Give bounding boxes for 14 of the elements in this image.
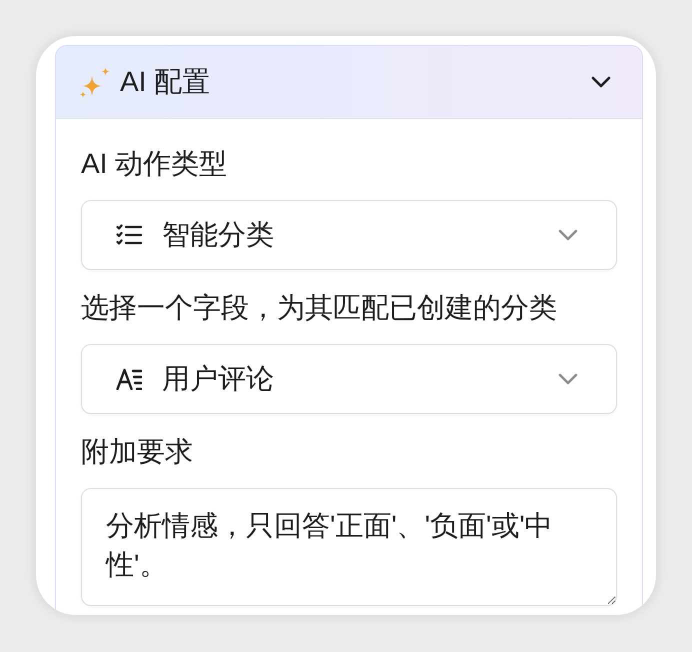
field-label: 附加要求 — [81, 435, 194, 469]
text-field-icon — [116, 368, 142, 390]
field-select[interactable]: 用户评论 — [81, 344, 617, 414]
chevron-down-icon — [558, 229, 578, 241]
panel-title: AI 配置 — [120, 65, 210, 99]
action-type-select[interactable]: 智能分类 — [81, 200, 617, 270]
field-label: 选择一个字段，为其匹配已创建的分类 — [81, 291, 558, 325]
sparkle-icon — [79, 66, 110, 98]
panel-header[interactable]: AI 配置 — [56, 46, 642, 119]
requirements-field[interactable]: 分析情感，只回答'正面'、'负面'或'中性'。 — [81, 488, 617, 606]
field-label: AI 动作类型 — [81, 147, 228, 181]
chevron-down-icon — [591, 76, 611, 88]
checklist-icon — [116, 224, 142, 246]
chevron-down-icon — [558, 373, 578, 385]
